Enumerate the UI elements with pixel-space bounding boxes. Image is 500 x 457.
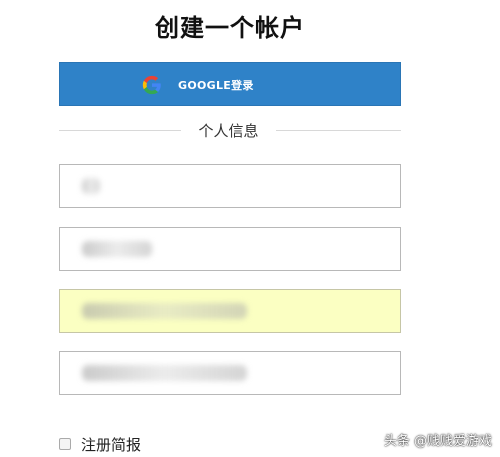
google-signin-button[interactable]: GOOGLE登录 (59, 62, 401, 106)
blurred-value (82, 178, 100, 194)
blurred-value (82, 365, 247, 381)
blurred-value (82, 241, 152, 257)
blurred-value (82, 303, 247, 319)
watermark-text: 头条 @贱贱爱游戏 (383, 434, 492, 449)
newsletter-label: 注册简报 (81, 435, 142, 454)
google-g-icon (142, 75, 161, 95)
page-title: 创建一个帐户 (155, 14, 305, 42)
second-input-field[interactable] (59, 227, 401, 271)
google-signin-label: GOOGLE登录 (178, 79, 254, 92)
divider-left (59, 130, 181, 131)
divider-right (276, 130, 401, 131)
fourth-input-field[interactable] (59, 351, 401, 395)
newsletter-checkbox[interactable] (59, 438, 71, 450)
autofilled-input-field[interactable] (59, 289, 401, 333)
name-input-field[interactable] (59, 164, 401, 208)
newsletter-option[interactable]: 注册简报 (59, 434, 141, 454)
section-label-personal-info: 个人信息 (198, 122, 259, 140)
